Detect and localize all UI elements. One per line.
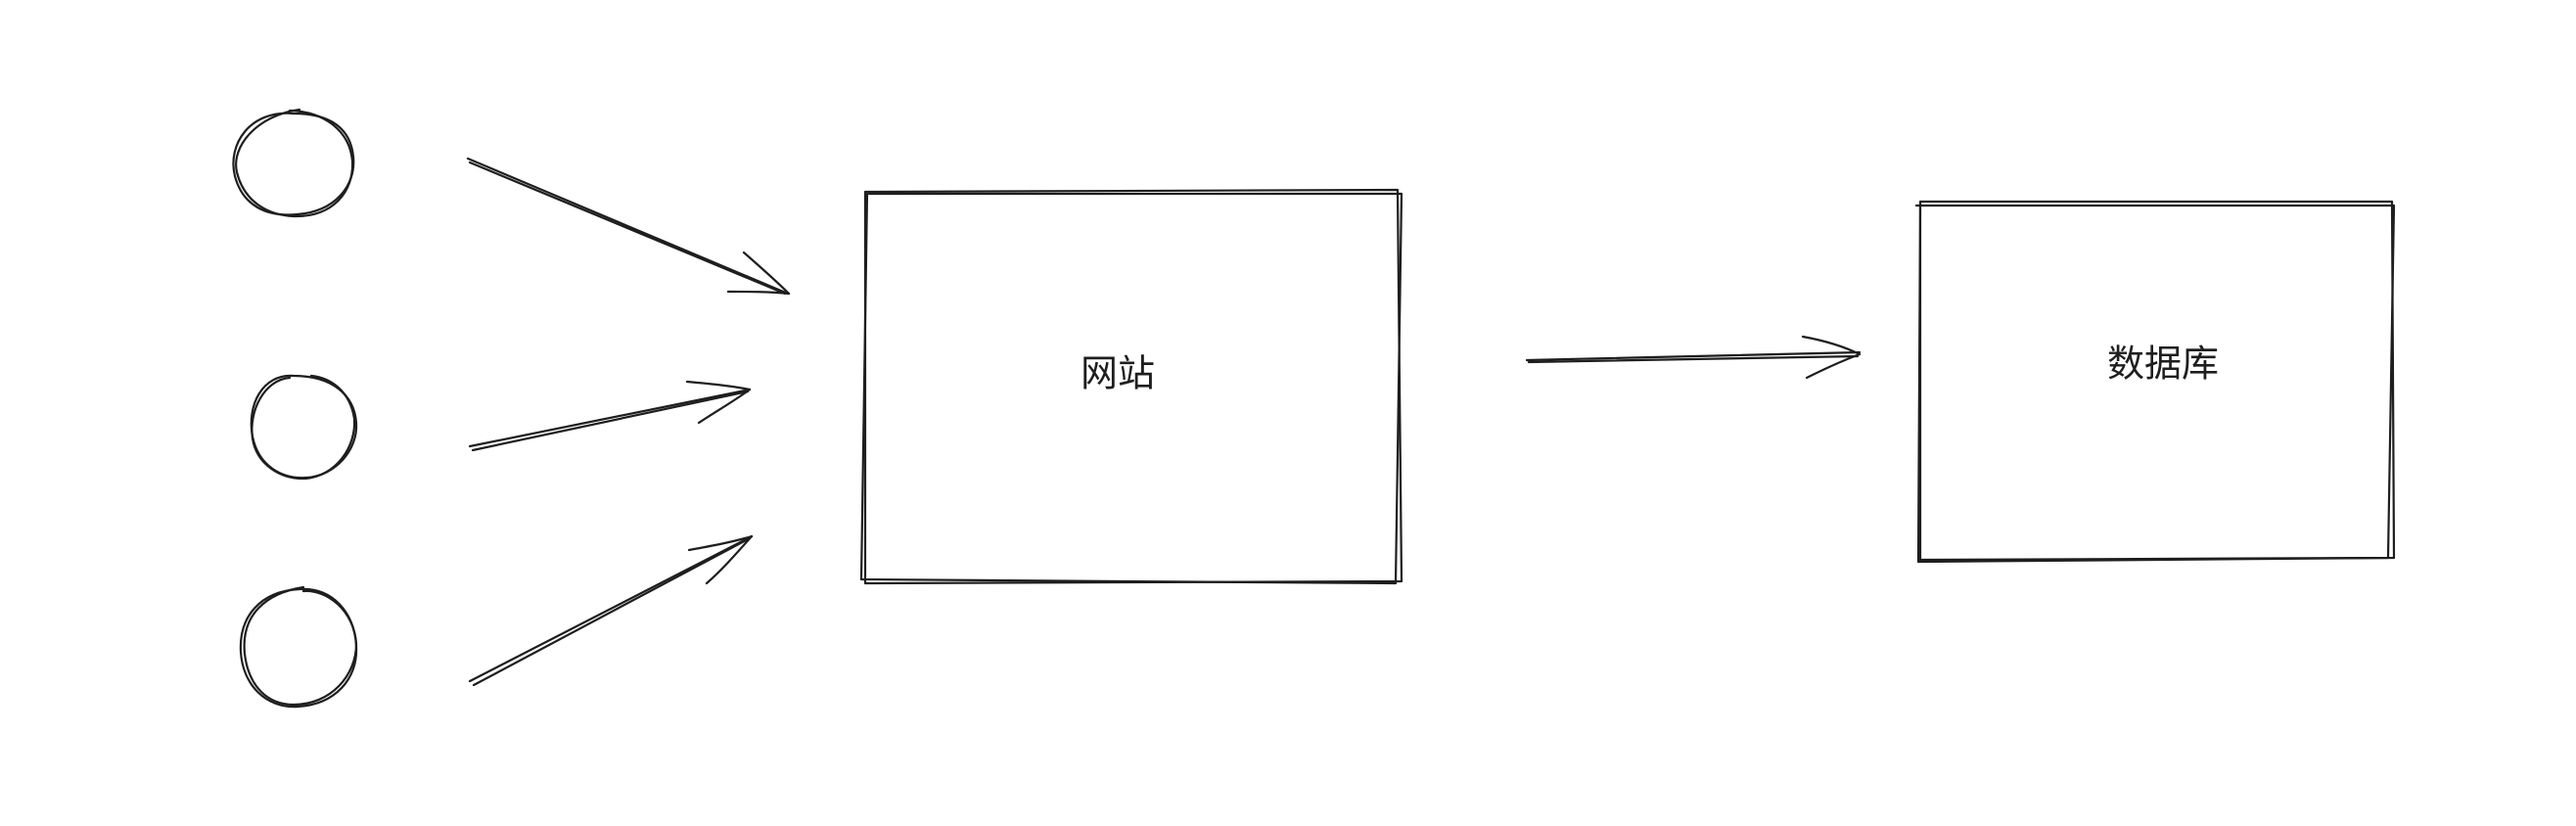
website-label: 网站 bbox=[1081, 352, 1155, 395]
arrow-client-1-to-website bbox=[466, 157, 791, 296]
arrow-client-3-to-website bbox=[468, 534, 754, 687]
client-circle-2[interactable] bbox=[250, 374, 358, 481]
client-circle-3[interactable] bbox=[239, 585, 358, 709]
client-circle-1[interactable] bbox=[232, 108, 355, 218]
arrow-client-2-to-website bbox=[468, 380, 752, 452]
diagram-canvas: 网站 数据库 bbox=[232, 108, 2396, 709]
database-label: 数据库 bbox=[2107, 343, 2219, 386]
arrow-website-to-database bbox=[1525, 335, 1862, 380]
